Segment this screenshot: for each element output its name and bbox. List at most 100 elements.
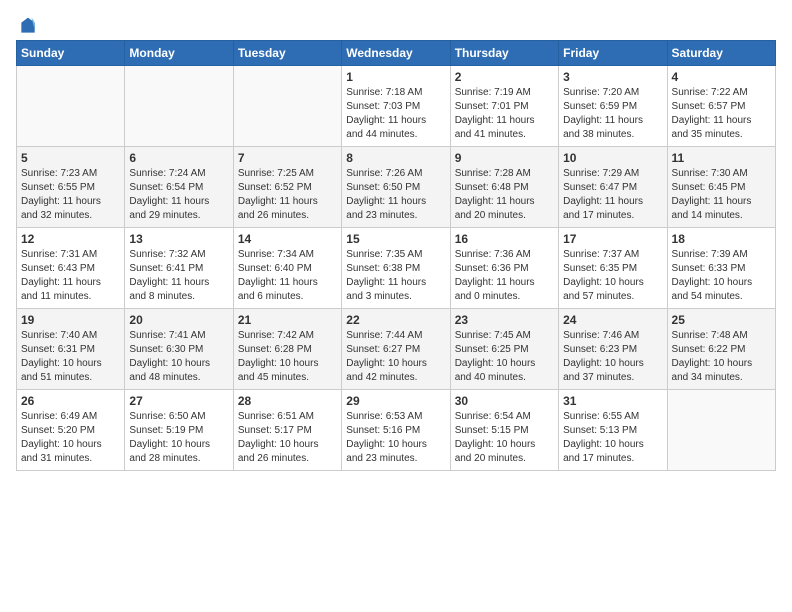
calendar-cell: 6 Sunrise: 7:24 AM Sunset: 6:54 PM Daylig…: [125, 147, 233, 228]
day-number: 21: [238, 313, 337, 327]
day-number: 31: [563, 394, 662, 408]
calendar-week-row: 12 Sunrise: 7:31 AM Sunset: 6:43 PM Dayli…: [17, 228, 776, 309]
day-info: Sunrise: 7:18 AM Sunset: 7:03 PM Dayligh…: [346, 86, 445, 142]
day-info: Sunrise: 7:26 AM Sunset: 6:50 PM Dayligh…: [346, 167, 445, 223]
day-info: Sunrise: 6:51 AM Sunset: 5:17 PM Dayligh…: [238, 410, 337, 466]
logo: [16, 16, 38, 32]
day-info: Sunrise: 7:19 AM Sunset: 7:01 PM Dayligh…: [455, 86, 554, 142]
day-info: Sunrise: 7:44 AM Sunset: 6:27 PM Dayligh…: [346, 329, 445, 385]
day-number: 13: [129, 232, 228, 246]
calendar-cell: 24 Sunrise: 7:46 AM Sunset: 6:23 PM Dayli…: [559, 309, 667, 390]
calendar-cell: 27 Sunrise: 6:50 AM Sunset: 5:19 PM Dayli…: [125, 390, 233, 471]
day-number: 8: [346, 151, 445, 165]
calendar-cell: 18 Sunrise: 7:39 AM Sunset: 6:33 PM Dayli…: [667, 228, 775, 309]
day-number: 11: [672, 151, 771, 165]
day-number: 19: [21, 313, 120, 327]
calendar-header-row: SundayMondayTuesdayWednesdayThursdayFrid…: [17, 41, 776, 66]
calendar-cell: 9 Sunrise: 7:28 AM Sunset: 6:48 PM Daylig…: [450, 147, 558, 228]
day-info: Sunrise: 7:46 AM Sunset: 6:23 PM Dayligh…: [563, 329, 662, 385]
day-info: Sunrise: 7:42 AM Sunset: 6:28 PM Dayligh…: [238, 329, 337, 385]
day-number: 15: [346, 232, 445, 246]
day-of-week-header: Monday: [125, 41, 233, 66]
day-info: Sunrise: 7:41 AM Sunset: 6:30 PM Dayligh…: [129, 329, 228, 385]
day-number: 24: [563, 313, 662, 327]
calendar-week-row: 1 Sunrise: 7:18 AM Sunset: 7:03 PM Daylig…: [17, 66, 776, 147]
calendar-cell: 5 Sunrise: 7:23 AM Sunset: 6:55 PM Daylig…: [17, 147, 125, 228]
day-info: Sunrise: 7:40 AM Sunset: 6:31 PM Dayligh…: [21, 329, 120, 385]
calendar-week-row: 26 Sunrise: 6:49 AM Sunset: 5:20 PM Dayli…: [17, 390, 776, 471]
day-number: 25: [672, 313, 771, 327]
calendar-cell: 23 Sunrise: 7:45 AM Sunset: 6:25 PM Dayli…: [450, 309, 558, 390]
day-number: 9: [455, 151, 554, 165]
calendar-cell: [233, 66, 341, 147]
day-number: 14: [238, 232, 337, 246]
calendar-cell: [17, 66, 125, 147]
day-info: Sunrise: 6:55 AM Sunset: 5:13 PM Dayligh…: [563, 410, 662, 466]
calendar-table: SundayMondayTuesdayWednesdayThursdayFrid…: [16, 40, 776, 471]
day-info: Sunrise: 7:20 AM Sunset: 6:59 PM Dayligh…: [563, 86, 662, 142]
calendar-cell: 22Sunrise: 7:44 AM Sunset: 6:27 PM Dayli…: [342, 309, 450, 390]
day-of-week-header: Tuesday: [233, 41, 341, 66]
day-info: Sunrise: 7:34 AM Sunset: 6:40 PM Dayligh…: [238, 248, 337, 304]
day-number: 6: [129, 151, 228, 165]
day-number: 28: [238, 394, 337, 408]
day-number: 4: [672, 70, 771, 84]
day-info: Sunrise: 7:32 AM Sunset: 6:41 PM Dayligh…: [129, 248, 228, 304]
calendar-week-row: 19 Sunrise: 7:40 AM Sunset: 6:31 PM Dayli…: [17, 309, 776, 390]
calendar-cell: 4 Sunrise: 7:22 AM Sunset: 6:57 PM Daylig…: [667, 66, 775, 147]
day-info: Sunrise: 7:28 AM Sunset: 6:48 PM Dayligh…: [455, 167, 554, 223]
day-number: 17: [563, 232, 662, 246]
day-info: Sunrise: 7:24 AM Sunset: 6:54 PM Dayligh…: [129, 167, 228, 223]
day-info: Sunrise: 6:53 AM Sunset: 5:16 PM Dayligh…: [346, 410, 445, 466]
day-number: 27: [129, 394, 228, 408]
day-info: Sunrise: 7:35 AM Sunset: 6:38 PM Dayligh…: [346, 248, 445, 304]
day-number: 1: [346, 70, 445, 84]
calendar-cell: 8 Sunrise: 7:26 AM Sunset: 6:50 PM Daylig…: [342, 147, 450, 228]
day-number: 10: [563, 151, 662, 165]
day-of-week-header: Thursday: [450, 41, 558, 66]
day-info: Sunrise: 6:49 AM Sunset: 5:20 PM Dayligh…: [21, 410, 120, 466]
calendar-cell: [667, 390, 775, 471]
day-info: Sunrise: 7:23 AM Sunset: 6:55 PM Dayligh…: [21, 167, 120, 223]
calendar-cell: 3 Sunrise: 7:20 AM Sunset: 6:59 PM Daylig…: [559, 66, 667, 147]
day-number: 18: [672, 232, 771, 246]
calendar-cell: 15 Sunrise: 7:35 AM Sunset: 6:38 PM Dayli…: [342, 228, 450, 309]
calendar-cell: 10 Sunrise: 7:29 AM Sunset: 6:47 PM Dayli…: [559, 147, 667, 228]
day-number: 23: [455, 313, 554, 327]
day-of-week-header: Saturday: [667, 41, 775, 66]
calendar-cell: 16Sunrise: 7:36 AM Sunset: 6:36 PM Dayli…: [450, 228, 558, 309]
calendar-cell: [125, 66, 233, 147]
calendar-cell: 25Sunrise: 7:48 AM Sunset: 6:22 PM Dayli…: [667, 309, 775, 390]
day-number: 29: [346, 394, 445, 408]
calendar-cell: 11 Sunrise: 7:30 AM Sunset: 6:45 PM Dayli…: [667, 147, 775, 228]
day-number: 30: [455, 394, 554, 408]
day-of-week-header: Wednesday: [342, 41, 450, 66]
logo-icon: [18, 16, 38, 36]
calendar-cell: 14 Sunrise: 7:34 AM Sunset: 6:40 PM Dayli…: [233, 228, 341, 309]
day-info: Sunrise: 7:30 AM Sunset: 6:45 PM Dayligh…: [672, 167, 771, 223]
calendar-cell: 21 Sunrise: 7:42 AM Sunset: 6:28 PM Dayli…: [233, 309, 341, 390]
day-number: 5: [21, 151, 120, 165]
calendar-cell: 28 Sunrise: 6:51 AM Sunset: 5:17 PM Dayli…: [233, 390, 341, 471]
day-info: Sunrise: 6:50 AM Sunset: 5:19 PM Dayligh…: [129, 410, 228, 466]
day-info: Sunrise: 7:25 AM Sunset: 6:52 PM Dayligh…: [238, 167, 337, 223]
calendar-cell: 7Sunrise: 7:25 AM Sunset: 6:52 PM Daylig…: [233, 147, 341, 228]
day-info: Sunrise: 7:45 AM Sunset: 6:25 PM Dayligh…: [455, 329, 554, 385]
day-number: 3: [563, 70, 662, 84]
day-info: Sunrise: 7:37 AM Sunset: 6:35 PM Dayligh…: [563, 248, 662, 304]
calendar-cell: 30Sunrise: 6:54 AM Sunset: 5:15 PM Dayli…: [450, 390, 558, 471]
day-number: 20: [129, 313, 228, 327]
day-number: 26: [21, 394, 120, 408]
page-header: [16, 16, 776, 32]
day-info: Sunrise: 7:39 AM Sunset: 6:33 PM Dayligh…: [672, 248, 771, 304]
calendar-cell: 19 Sunrise: 7:40 AM Sunset: 6:31 PM Dayli…: [17, 309, 125, 390]
day-info: Sunrise: 7:31 AM Sunset: 6:43 PM Dayligh…: [21, 248, 120, 304]
day-number: 2: [455, 70, 554, 84]
day-info: Sunrise: 7:22 AM Sunset: 6:57 PM Dayligh…: [672, 86, 771, 142]
day-info: Sunrise: 7:29 AM Sunset: 6:47 PM Dayligh…: [563, 167, 662, 223]
day-number: 12: [21, 232, 120, 246]
calendar-cell: 2 Sunrise: 7:19 AM Sunset: 7:01 PM Daylig…: [450, 66, 558, 147]
calendar-cell: 29 Sunrise: 6:53 AM Sunset: 5:16 PM Dayli…: [342, 390, 450, 471]
calendar-cell: 31 Sunrise: 6:55 AM Sunset: 5:13 PM Dayli…: [559, 390, 667, 471]
calendar-cell: 20 Sunrise: 7:41 AM Sunset: 6:30 PM Dayli…: [125, 309, 233, 390]
